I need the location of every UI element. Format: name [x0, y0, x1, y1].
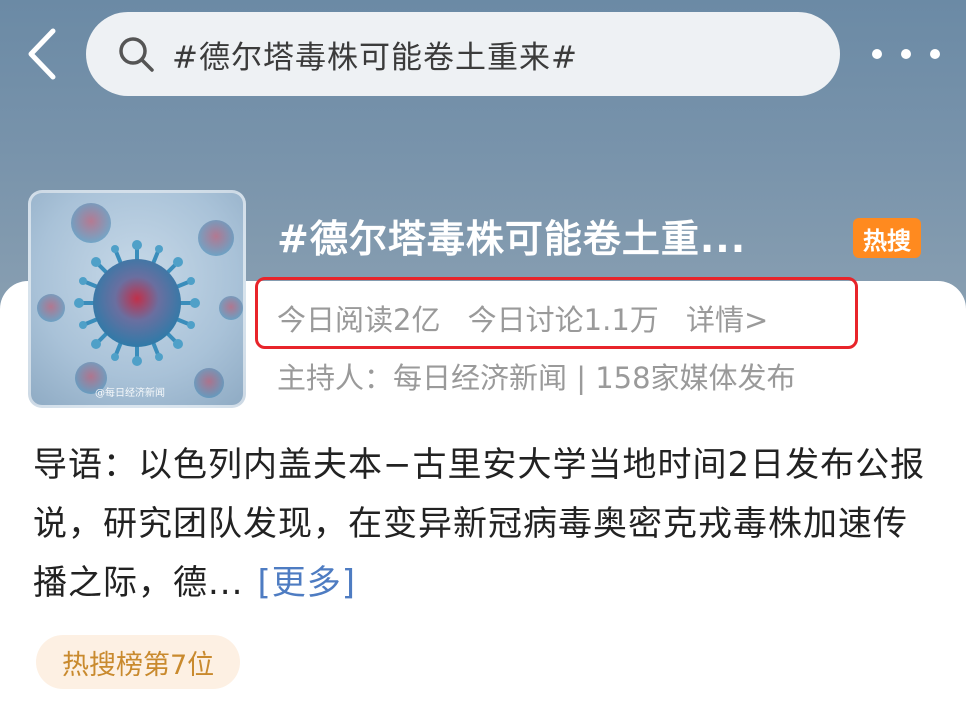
- intro-text: 导语：以色列内盖夫本−古里安大学当地时间2日发布公报说，研究团队发现，在变异新冠…: [33, 445, 926, 603]
- search-icon: [119, 37, 154, 72]
- more-options-button[interactable]: [872, 40, 940, 68]
- topic-title: #德尔塔毒株可能卷土重...: [277, 217, 747, 261]
- chevron-left-icon: [28, 28, 56, 80]
- discussions-count: 今日讨论1.1万: [467, 303, 659, 337]
- rank-badge[interactable]: 热搜榜第7位: [36, 635, 241, 689]
- search-bar[interactable]: #德尔塔毒株可能卷土重来#: [86, 12, 840, 96]
- topic-page: #德尔塔毒株可能卷土重来# @每日经济新闻 #德尔塔毒株可能卷土重... 热搜 …: [0, 0, 966, 722]
- reads-count: 今日阅读2亿: [277, 303, 441, 337]
- topic-image[interactable]: @每日经济新闻: [28, 190, 246, 408]
- hot-badge: 热搜: [853, 218, 921, 258]
- details-link[interactable]: 详情>: [686, 303, 768, 337]
- virus-illustration: [37, 203, 243, 398]
- image-watermark: @每日经济新闻: [95, 388, 165, 399]
- more-dots-icon: [872, 49, 882, 59]
- back-button[interactable]: [18, 28, 66, 80]
- stats-line: 今日阅读2亿 今日讨论1.1万 详情>: [277, 297, 786, 339]
- host-line: 主持人：每日经济新闻 | 158家媒体发布: [277, 361, 796, 395]
- more-dots-icon: [930, 49, 940, 59]
- search-query[interactable]: #德尔塔毒株可能卷土重来#: [172, 32, 578, 77]
- more-link[interactable]: [更多]: [257, 563, 356, 603]
- more-dots-icon: [901, 49, 911, 59]
- intro-paragraph: 导语：以色列内盖夫本−古里安大学当地时间2日发布公报说，研究团队发现，在变异新冠…: [33, 436, 938, 613]
